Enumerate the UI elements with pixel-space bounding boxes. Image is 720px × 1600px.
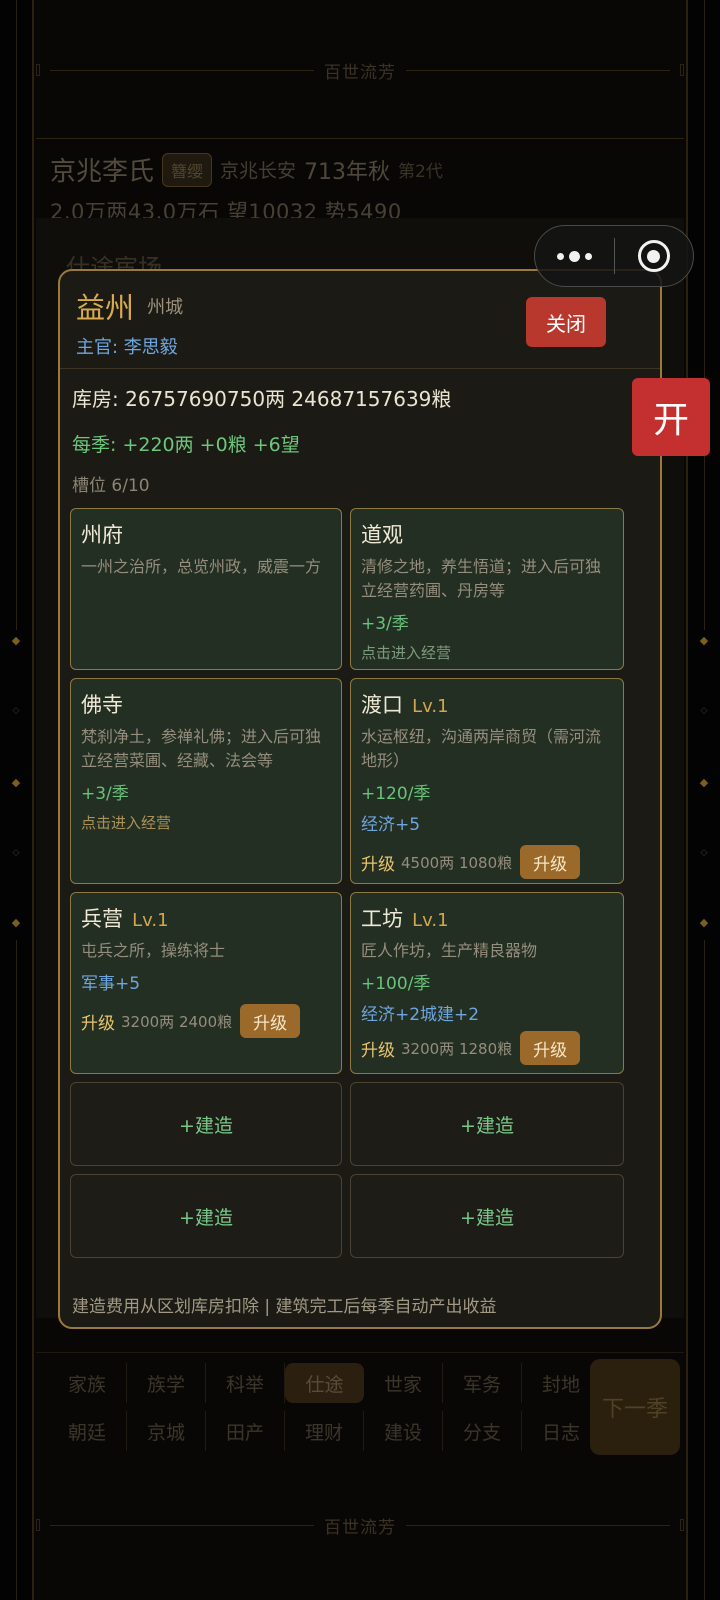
income-text: 每季: +220两 +0粮 +6望 (72, 434, 300, 456)
building-title: 工坊 (361, 907, 403, 931)
build-label: +建造 (179, 1114, 233, 1137)
building-yield: +3/季 (361, 614, 409, 634)
upgrade-button[interactable]: 升级 (520, 1031, 581, 1065)
city-name: 益州 (76, 291, 135, 325)
close-button[interactable]: 关闭 (526, 297, 606, 347)
building-level: Lv.1 (412, 910, 449, 931)
upgrade-row: 升级 3200两 2400粮 升级 (81, 1004, 331, 1038)
building-card-barracks[interactable]: 兵营 Lv.1 屯兵之所，操练将士 军事+5 升级 3200两 2400粮 升级 (70, 892, 342, 1074)
building-bonus: 军事+5 (81, 974, 141, 994)
building-desc: 匠人作坊，生产精良器物 (361, 941, 538, 960)
building-level: Lv.1 (132, 910, 169, 931)
building-card-taoist-temple[interactable]: 道观 清修之地，养生悟道；进入后可独立经营药圃、丹房等 +3/季 点击进入经营 (350, 508, 624, 670)
build-slot-button[interactable]: +建造 (350, 1082, 624, 1166)
more-dots-icon[interactable] (535, 226, 614, 286)
building-title: 道观 (361, 523, 403, 547)
upgrade-label: 升级 (81, 1013, 115, 1034)
building-desc: 一州之治所，总览州政，威震一方 (81, 557, 322, 576)
building-bonus: 经济+2城建+2 (361, 1005, 480, 1025)
open-button[interactable]: 开 (632, 378, 710, 456)
upgrade-label: 升级 (361, 1040, 395, 1061)
building-card-workshop[interactable]: 工坊 Lv.1 匠人作坊，生产精良器物 +100/季 经济+2城建+2 升级 3… (350, 892, 624, 1074)
build-label: +建造 (460, 1114, 514, 1137)
target-icon[interactable] (615, 226, 694, 286)
building-title: 渡口 (361, 693, 403, 717)
building-card-ferry[interactable]: 渡口 Lv.1 水运枢纽，沟通两岸商贸（需河流地形） +120/季 经济+5 升… (350, 678, 624, 884)
building-title: 佛寺 (81, 693, 123, 717)
building-desc: 水运枢纽，沟通两岸商贸（需河流地形） (361, 727, 602, 770)
upgrade-cost: 3200两 1280粮 (401, 1039, 513, 1058)
mini-program-capsule (534, 225, 694, 287)
building-desc: 屯兵之所，操练将士 (81, 941, 226, 960)
building-card-prefecture[interactable]: 州府 一州之治所，总览州政，威震一方 (70, 508, 342, 670)
upgrade-cost: 3200两 2400粮 (121, 1012, 233, 1031)
enter-manage-link[interactable]: 点击进入经营 (81, 812, 331, 833)
building-bonus: 经济+5 (361, 815, 421, 835)
city-type: 州城 (147, 297, 184, 318)
building-title: 兵营 (81, 907, 123, 931)
building-level: Lv.1 (412, 696, 449, 717)
slots-text: 槽位 6/10 (72, 476, 150, 496)
building-yield: +120/季 (361, 784, 431, 804)
build-slot-button[interactable]: +建造 (70, 1174, 342, 1258)
upgrade-label: 升级 (361, 854, 395, 875)
upgrade-row: 升级 3200两 1280粮 升级 (361, 1031, 613, 1065)
build-label: +建造 (460, 1206, 514, 1229)
build-slot-button[interactable]: +建造 (350, 1174, 624, 1258)
city-modal: 益州 州城 主官: 李思毅 关闭 库房: 26757690750两 246871… (58, 269, 662, 1329)
footer-note: 建造费用从区划库房扣除 | 建筑完工后每季自动产出收益 (72, 1297, 497, 1317)
enter-manage-link[interactable]: 点击进入经营 (361, 642, 613, 663)
building-yield: +100/季 (361, 974, 431, 994)
upgrade-button[interactable]: 升级 (520, 845, 581, 879)
building-desc: 梵刹净土，参禅礼佛；进入后可独立经营菜圃、经藏、法会等 (81, 727, 322, 770)
upgrade-row: 升级 4500两 1080粮 升级 (361, 845, 613, 879)
city-stats: 库房: 26757690750两 24687157639粮 每季: +220两 … (60, 369, 660, 496)
storage-text: 库房: 26757690750两 24687157639粮 (72, 387, 452, 411)
building-yield: +3/季 (81, 784, 129, 804)
upgrade-cost: 4500两 1080粮 (401, 853, 513, 872)
build-slot-button[interactable]: +建造 (70, 1082, 342, 1166)
build-label: +建造 (179, 1206, 233, 1229)
building-title: 州府 (81, 523, 123, 547)
building-card-buddhist-temple[interactable]: 佛寺 梵刹净土，参禅礼佛；进入后可独立经营菜圃、经藏、法会等 +3/季 点击进入… (70, 678, 342, 884)
upgrade-button[interactable]: 升级 (240, 1004, 301, 1038)
building-desc: 清修之地，养生悟道；进入后可独立经营药圃、丹房等 (361, 557, 602, 600)
